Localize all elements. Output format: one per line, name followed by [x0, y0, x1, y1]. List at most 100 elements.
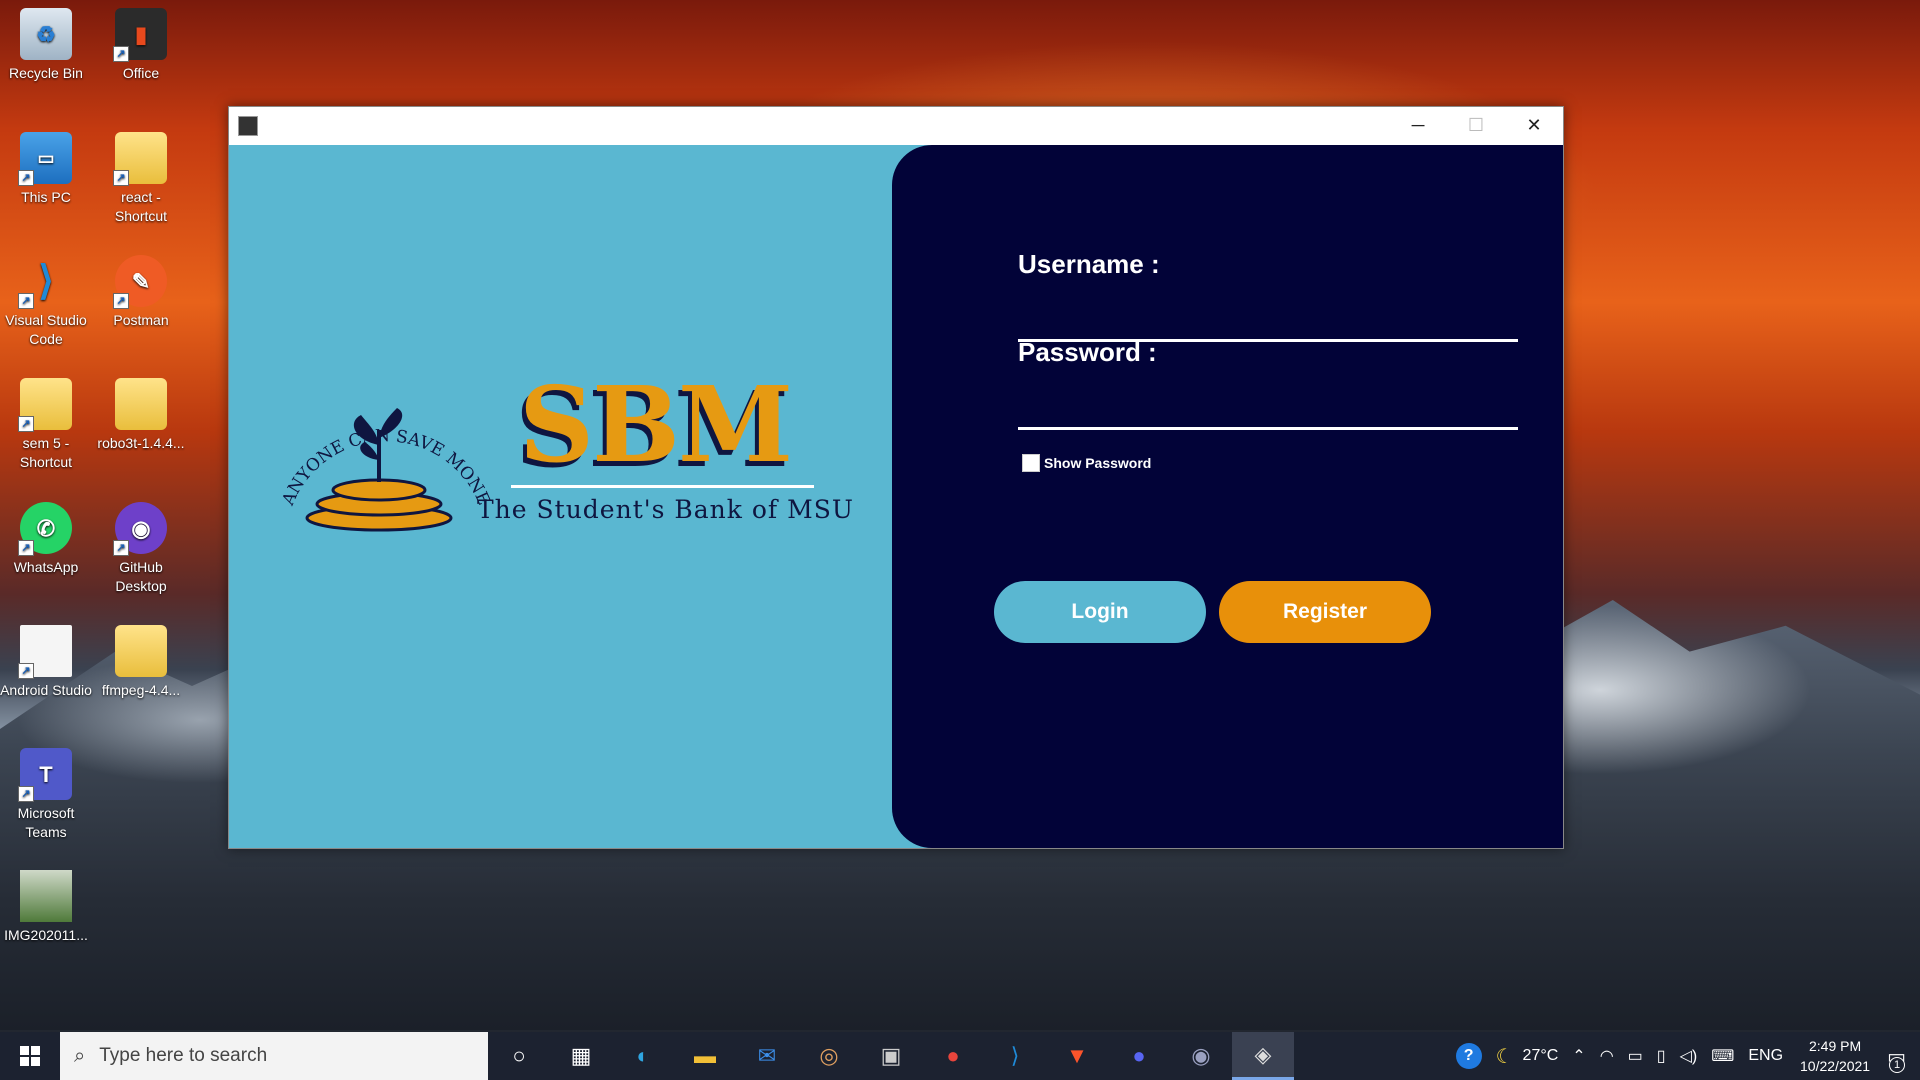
desktop-icon-label: IMG202011...	[4, 927, 88, 943]
desktop-icon-sem5[interactable]: ↗ sem 5 - Shortcut	[0, 378, 92, 472]
desktop-icon-postman[interactable]: ✎ ↗ Postman	[95, 255, 187, 330]
folder-icon	[115, 378, 167, 430]
desktop-icon-recycle-bin[interactable]: ♻ Recycle Bin	[0, 8, 92, 83]
sbm-logo-title: SBM	[519, 363, 793, 486]
windows-logo-icon	[20, 1046, 40, 1066]
show-password-label: Show Password	[1044, 455, 1152, 471]
whatsapp-icon: ✆ ↗	[18, 502, 72, 556]
postman-icon: ✎ ↗	[113, 255, 167, 309]
eclipse-icon[interactable]: ◉	[1170, 1032, 1232, 1080]
show-password-checkbox[interactable]	[1022, 454, 1040, 472]
desktop-icon-robo3t[interactable]: robo3t-1.4.4...	[95, 378, 187, 453]
image-thumbnail-icon	[20, 870, 72, 922]
shortcut-arrow-icon: ↗	[113, 46, 129, 62]
recycle-bin-icon: ♻	[20, 8, 72, 60]
start-button[interactable]	[0, 1032, 60, 1080]
desktop-icon-label: GitHub Desktop	[115, 559, 167, 594]
desktop-icon-label: ffmpeg-4.4...	[101, 682, 181, 698]
desktop-icon-label: Microsoft Teams	[17, 805, 75, 840]
folder-icon	[115, 625, 167, 677]
notification-icon[interactable]: ▭1	[1887, 1044, 1906, 1073]
language-indicator[interactable]: ENG	[1748, 1047, 1783, 1065]
register-button[interactable]: Register	[1219, 581, 1431, 643]
computer-icon: ▭ ↗	[18, 132, 72, 186]
cortana-icon[interactable]: ○	[488, 1032, 550, 1080]
branding-panel: ANYONE CAN SAVE MONEY SBM The Student's …	[229, 145, 892, 848]
taskbar: ⌕ Type here to search ○ ▦ ◐ ▬ ✉ ◎ ▣ ● ⟩ …	[0, 1032, 1920, 1080]
battery-icon[interactable]: ▭	[1628, 1046, 1643, 1066]
device-icon[interactable]: ▯	[1657, 1046, 1666, 1066]
login-form-panel: Username : Password : Show Password Logi…	[892, 145, 1563, 848]
username-label: Username :	[1018, 249, 1160, 279]
store-icon[interactable]: ▣	[860, 1032, 922, 1080]
java-app-icon	[238, 115, 258, 136]
chrome-icon[interactable]: ●	[922, 1032, 984, 1080]
window-titlebar[interactable]: ─ ☐ ✕	[229, 107, 1563, 144]
bank-tagline: The Student's Bank of MSU	[477, 495, 854, 524]
password-label: Password :	[1018, 337, 1157, 367]
desktop-icon-teams[interactable]: T ↗ Microsoft Teams	[0, 748, 92, 842]
vscode-taskbar-icon[interactable]: ⟩	[984, 1032, 1046, 1080]
close-button[interactable]: ✕	[1505, 107, 1563, 144]
shortcut-arrow-icon: ↗	[18, 416, 34, 432]
shortcut-arrow-icon: ↗	[113, 540, 129, 556]
brave-icon[interactable]: ▼	[1046, 1032, 1108, 1080]
desktop-icon-image[interactable]: IMG202011...	[0, 870, 92, 945]
desktop-icon-label: Postman	[113, 312, 169, 328]
wifi-icon[interactable]: ◠	[1600, 1046, 1614, 1066]
password-input[interactable]	[1018, 381, 1520, 417]
taskbar-search-box[interactable]: ⌕ Type here to search	[60, 1032, 488, 1080]
desktop-icon-react[interactable]: ↗ react - Shortcut	[95, 132, 187, 226]
office-icon: ▮ ↗	[113, 8, 167, 62]
desktop-icon-label: sem 5 - Shortcut	[19, 435, 73, 470]
folder-icon: ↗	[113, 132, 167, 186]
discord-icon[interactable]: ●	[1108, 1032, 1170, 1080]
desktop-icon-label: react - Shortcut	[114, 189, 168, 224]
desktop-icon-vscode[interactable]: ⟩ ↗ Visual Studio Code	[0, 255, 92, 349]
shortcut-arrow-icon: ↗	[18, 170, 34, 186]
desktop-icon-label: This PC	[21, 189, 71, 205]
coin-plant-logo: ANYONE CAN SAVE MONEY	[269, 370, 494, 532]
file-explorer-icon[interactable]: ▬	[674, 1032, 736, 1080]
media-player-icon[interactable]: ◎	[798, 1032, 860, 1080]
desktop-icon-office[interactable]: ▮ ↗ Office	[95, 8, 187, 83]
desktop-icon-whatsapp[interactable]: ✆ ↗ WhatsApp	[0, 502, 92, 577]
username-input[interactable]	[1018, 293, 1520, 329]
keyboard-icon[interactable]: ⌨	[1711, 1046, 1734, 1066]
desktop-icon-label: Office	[122, 65, 160, 81]
task-view-icon[interactable]: ▦	[550, 1032, 612, 1080]
chevron-up-icon[interactable]: ⌃	[1572, 1046, 1585, 1066]
weather-temperature[interactable]: 27°C	[1523, 1047, 1559, 1065]
password-underline	[1018, 427, 1518, 430]
vscode-icon: ⟩ ↗	[18, 255, 72, 309]
logo-underline	[511, 485, 814, 488]
desktop-icon-github-desktop[interactable]: ◉ ↗ GitHub Desktop	[95, 502, 187, 596]
shortcut-arrow-icon: ↗	[18, 663, 34, 679]
search-placeholder: Type here to search	[99, 1045, 268, 1066]
clock[interactable]: 2:49 PM 10/22/2021	[1800, 1036, 1870, 1076]
minimize-button[interactable]: ─	[1389, 107, 1447, 144]
clock-date: 10/22/2021	[1800, 1058, 1871, 1074]
desktop-icon-label: Visual Studio Code	[5, 312, 87, 347]
desktop-icon-label: Android Studio	[0, 682, 92, 698]
volume-icon[interactable]: ◁)	[1680, 1046, 1698, 1066]
edge-icon[interactable]: ◐	[612, 1032, 674, 1080]
folder-icon: ↗	[18, 378, 72, 432]
login-button[interactable]: Login	[994, 581, 1206, 643]
desktop-icon-android-studio[interactable]: ↗ Android Studio	[0, 625, 92, 700]
shortcut-arrow-icon: ↗	[18, 293, 34, 309]
shortcut-arrow-icon: ↗	[18, 786, 34, 802]
desktop-icon-label: WhatsApp	[13, 559, 79, 575]
shortcut-arrow-icon: ↗	[18, 540, 34, 556]
maximize-button[interactable]: ☐	[1447, 107, 1505, 144]
help-icon[interactable]: ?	[1455, 1043, 1482, 1069]
mail-icon[interactable]: ✉	[736, 1032, 798, 1080]
desktop-icon-label: Recycle Bin	[9, 65, 83, 81]
desktop-icon-ffmpeg[interactable]: ffmpeg-4.4...	[95, 625, 187, 700]
desktop-icon-this-pc[interactable]: ▭ ↗ This PC	[0, 132, 92, 207]
notification-count: 1	[1889, 1056, 1905, 1073]
shortcut-arrow-icon: ↗	[113, 170, 129, 186]
teams-icon: T ↗	[18, 748, 72, 802]
clock-time: 2:49 PM	[1808, 1038, 1862, 1054]
java-app-taskbar-icon[interactable]: ◈	[1232, 1032, 1294, 1080]
